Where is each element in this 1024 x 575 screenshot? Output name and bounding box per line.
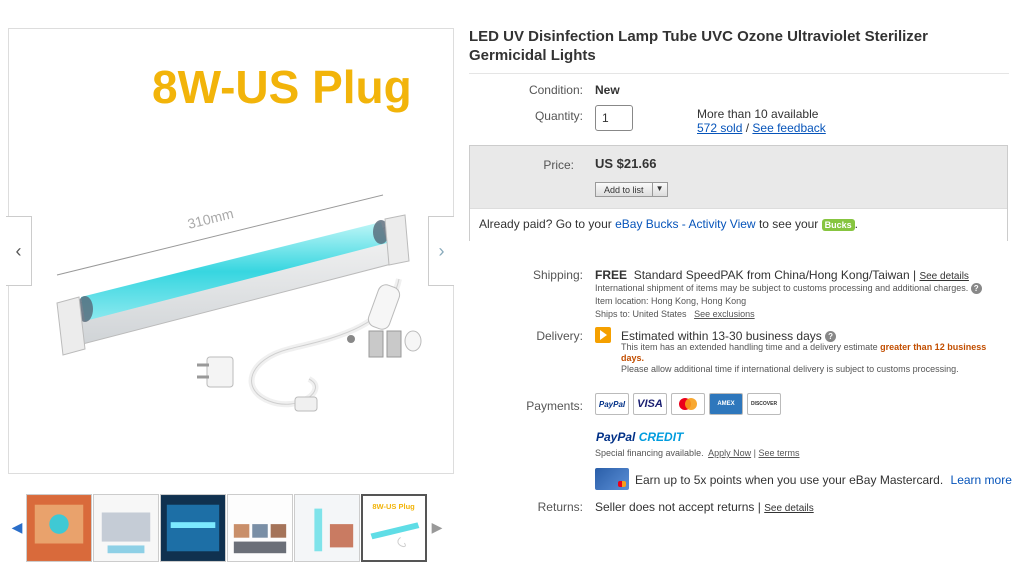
thumbnail-caption: 8W-US Plug xyxy=(372,502,415,511)
already-paid-text: Already paid? Go to your eBay Bucks - Ac… xyxy=(479,217,858,231)
thumbnail-2[interactable] xyxy=(93,493,159,562)
paypal-logo-icon: PayPal xyxy=(595,393,629,415)
next-image-button[interactable]: › xyxy=(428,216,454,286)
delivery-flag-icon xyxy=(595,327,611,343)
ebay-bucks-link[interactable]: eBay Bucks - Activity View xyxy=(615,217,756,231)
see-exclusions-link[interactable]: See exclusions xyxy=(694,309,755,319)
item-location: Item location: Hong Kong, Hong Kong xyxy=(595,296,747,306)
delivery-note: This item has an extended handling time … xyxy=(621,342,1001,375)
shipping-free: FREE xyxy=(595,268,628,282)
financing-info: Special financing available. Apply Now |… xyxy=(595,448,800,458)
separator: | xyxy=(753,448,756,458)
delivery-estimate: Estimated within 13-30 business days ? xyxy=(621,329,837,343)
visa-logo-icon: VISA xyxy=(633,393,667,415)
separator: / xyxy=(745,121,750,135)
main-product-image[interactable]: 8W-US Plug 310mm xyxy=(8,28,454,474)
paypal-credit-logo: PayPal CREDIT xyxy=(596,430,683,444)
see-feedback-link[interactable]: See feedback xyxy=(752,121,825,135)
thumbnails-prev-button[interactable]: ◀ xyxy=(8,519,26,536)
previous-image-button[interactable]: ‹ xyxy=(6,216,32,286)
delivery-estimate-text: Estimated within 13-30 business days xyxy=(621,329,822,343)
already-paid-suffix: to see your xyxy=(758,217,819,231)
thumbnails-next-button[interactable]: ▶ xyxy=(428,519,446,536)
amex-logo-icon: AMEX xyxy=(709,393,743,415)
thumbnail-image xyxy=(94,494,158,561)
available-count: More than 10 available xyxy=(697,107,819,121)
ships-to-text: Ships to: United States xyxy=(595,309,687,319)
thumbnail-6[interactable]: 8W-US Plug xyxy=(361,493,427,562)
shipping-details-link[interactable]: See details xyxy=(919,271,968,282)
thumbnail-image xyxy=(27,494,91,561)
help-icon[interactable]: ? xyxy=(825,331,837,343)
delivery-label: Delivery: xyxy=(536,329,583,343)
paypal-credit-label: CREDIT xyxy=(638,430,684,444)
dimension-label: 310mm xyxy=(186,205,235,232)
condition-value: New xyxy=(595,83,620,97)
returns-details-link[interactable]: See details xyxy=(764,503,813,514)
ebay-mastercard-icon xyxy=(595,468,629,490)
ships-to: Ships to: United States See exclusions xyxy=(595,309,755,319)
image-gallery: 8W-US Plug 310mm ‹ › ◀ 8W-US Plug ▶ xyxy=(0,0,460,575)
thumbnail-image xyxy=(228,494,292,561)
sold-count-link[interactable]: 572 sold xyxy=(697,121,742,135)
thumbnail-1[interactable] xyxy=(26,493,92,562)
delivery-note-2: Please allow additional time if internat… xyxy=(621,364,959,374)
returns-label: Returns: xyxy=(537,500,583,514)
learn-more-link[interactable]: Learn more xyxy=(951,473,1012,487)
apply-now-link[interactable]: Apply Now xyxy=(708,448,751,458)
item-info-panel: LED UV Disinfection Lamp Tube UVC Ozone … xyxy=(469,0,1017,575)
add-to-list-button[interactable]: Add to list ▼ xyxy=(595,182,668,197)
quantity-input[interactable] xyxy=(595,105,633,131)
shipping-method: Standard SpeedPAK from China/Hong Kong/T… xyxy=(633,268,917,282)
chevron-left-icon: ‹ xyxy=(15,240,22,261)
thumbnail-image: 8W-US Plug xyxy=(363,495,425,560)
availability-info: More than 10 available 572 sold / See fe… xyxy=(697,107,826,135)
help-icon[interactable]: ? xyxy=(970,283,982,295)
add-to-list-label: Add to list xyxy=(596,183,653,196)
condition-label: Condition: xyxy=(528,83,583,97)
thumbnail-4[interactable] xyxy=(227,493,293,562)
divider xyxy=(469,73,1009,74)
item-title: LED UV Disinfection Lamp Tube UVC Ozone … xyxy=(469,28,928,64)
image-caption: 8W-US Plug xyxy=(152,61,412,113)
already-paid-prefix: Already paid? Go to your xyxy=(479,217,612,231)
shipping-note: International shipment of items may be s… xyxy=(595,283,982,295)
thumbnail-image xyxy=(295,494,359,561)
mastercard-promo: Earn up to 5x points when you use your e… xyxy=(635,473,1012,487)
returns-info: Seller does not accept returns | See det… xyxy=(595,500,814,514)
thumbnail-5[interactable] xyxy=(294,493,360,562)
discover-logo-icon: DISCOVER xyxy=(747,393,781,415)
payment-methods: PayPal VISA AMEX DISCOVER xyxy=(595,393,781,415)
price-label: Price: xyxy=(543,158,574,172)
payments-label: Payments: xyxy=(526,399,583,413)
price-value: US $21.66 xyxy=(595,156,657,171)
thumbnail-strip: ◀ 8W-US Plug ▶ xyxy=(8,490,454,565)
paypal-credit-brand: PayPal xyxy=(596,430,636,444)
thumbnail-image xyxy=(161,494,225,561)
price-box: Price: US $21.66 Add to list ▼ Already p… xyxy=(469,145,1008,241)
chevron-down-icon[interactable]: ▼ xyxy=(653,183,667,196)
already-paid-bar: Already paid? Go to your eBay Bucks - Ac… xyxy=(470,208,1007,241)
see-terms-link[interactable]: See terms xyxy=(759,448,800,458)
mastercard-logo-icon xyxy=(671,393,705,415)
shipping-label: Shipping: xyxy=(532,268,583,282)
financing-text: Special financing available. xyxy=(595,448,704,458)
delivery-note-text: This item has an extended handling time … xyxy=(621,342,878,352)
bucks-badge: Bucks xyxy=(821,219,855,231)
chevron-right-icon: › xyxy=(438,240,445,261)
already-paid-end: . xyxy=(854,217,859,231)
thumbnail-3[interactable] xyxy=(160,493,226,562)
returns-value: Seller does not accept returns | xyxy=(595,500,761,514)
shipping-summary: FREE Standard SpeedPAK from China/Hong K… xyxy=(595,268,969,282)
mastercard-promo-text: Earn up to 5x points when you use your e… xyxy=(635,473,944,487)
uv-lamp-illustration: 8W-US Plug 310mm xyxy=(56,61,422,412)
shipping-note-text: International shipment of items may be s… xyxy=(595,283,969,293)
quantity-label: Quantity: xyxy=(534,109,583,123)
